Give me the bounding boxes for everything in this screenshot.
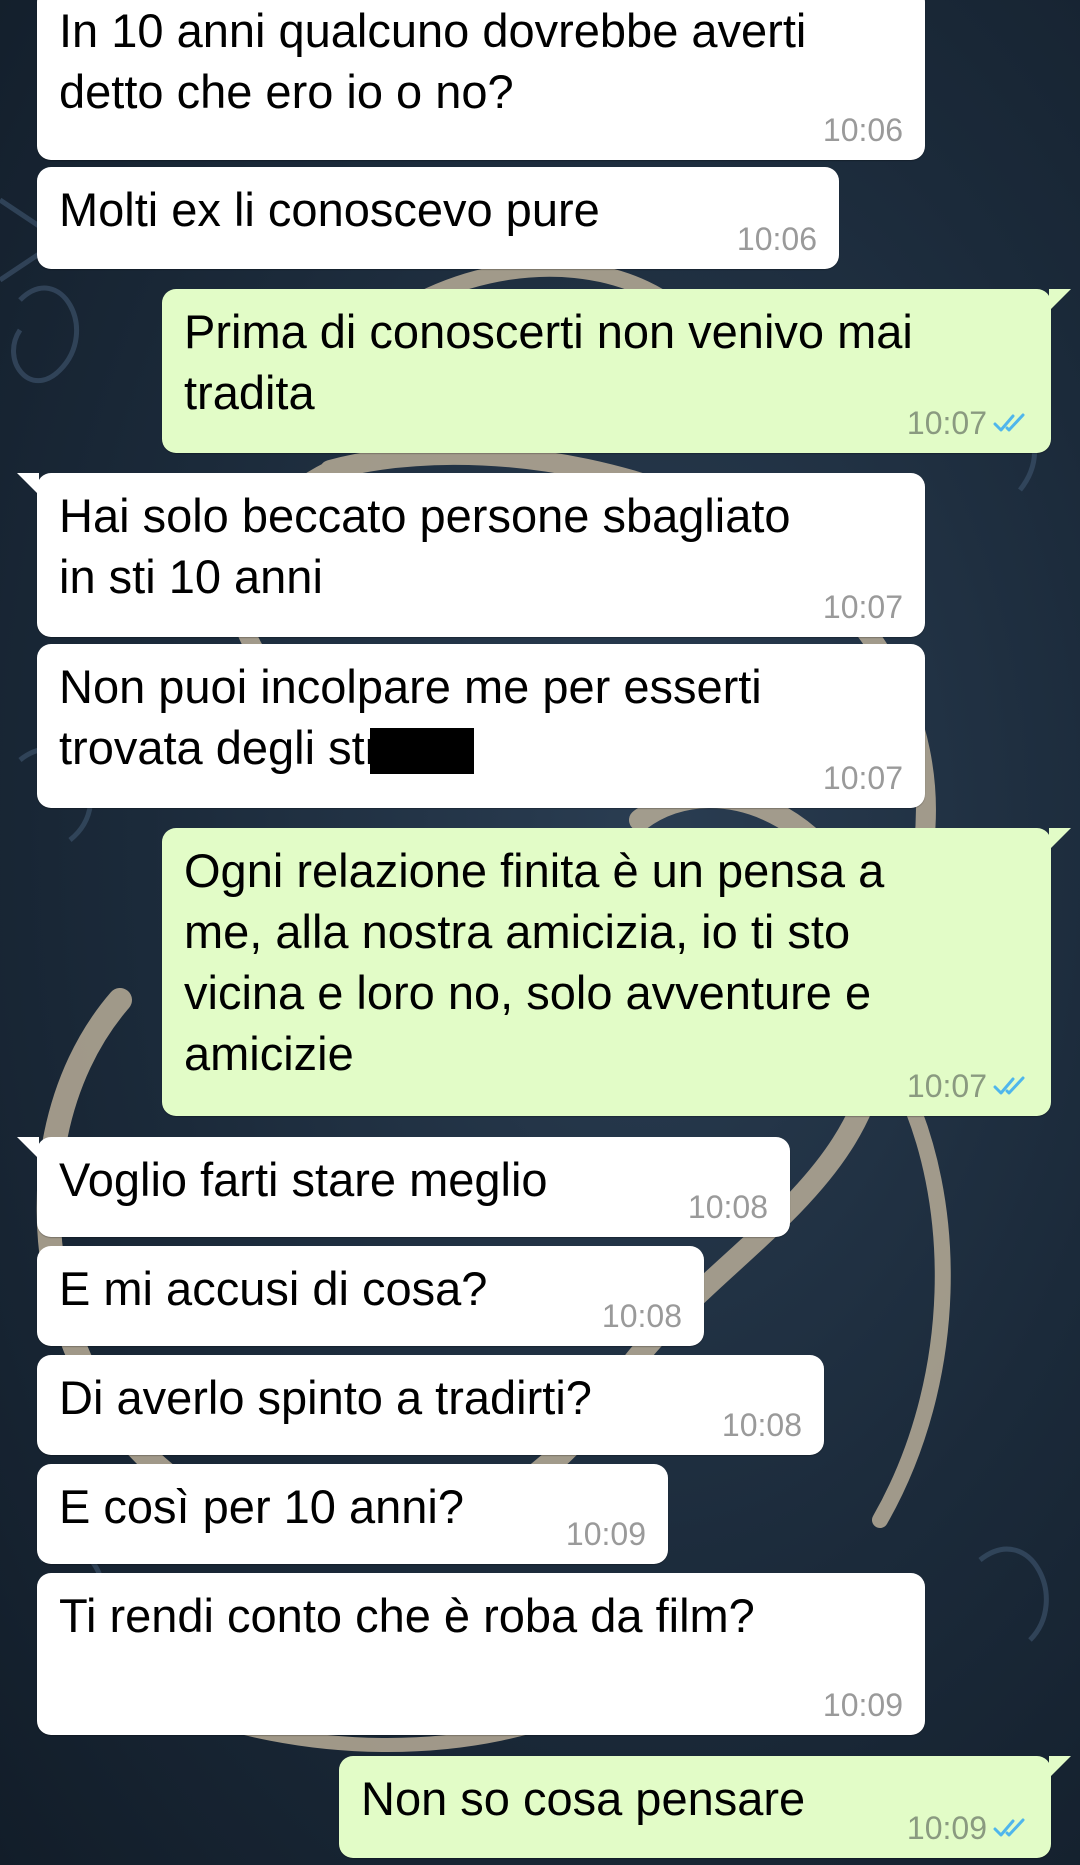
message-text: Molti ex li conoscevo pure bbox=[59, 183, 600, 236]
message-incoming[interactable]: Voglio farti stare meglio 10:08 bbox=[17, 1137, 790, 1237]
message-incoming[interactable]: E mi accusi di cosa? 10:08 bbox=[37, 1246, 704, 1346]
message-outgoing[interactable]: Prima di conoscerti non venivo mai tradi… bbox=[162, 289, 1071, 453]
message-incoming[interactable]: E così per 10 anni? 10:09 bbox=[37, 1464, 668, 1564]
message-timestamp: 10:09 bbox=[907, 1810, 1029, 1846]
message-text: Prima di conoscerti non venivo mai tradi… bbox=[184, 305, 913, 419]
message-timestamp: 10:07 bbox=[907, 1068, 1029, 1104]
read-receipt-icon bbox=[993, 1818, 1025, 1837]
message-timestamp: 10:07 bbox=[907, 405, 1029, 441]
message-incoming[interactable]: In 10 anni qualcuno dovrebbe averti dett… bbox=[37, 0, 925, 160]
message-outgoing[interactable]: Ogni relazione finita è un pensa a me, a… bbox=[162, 828, 1071, 1116]
message-text: Di averlo spinto a tradirti? bbox=[59, 1371, 592, 1424]
message-incoming[interactable]: Ti rendi conto che è roba da film? 10:09 bbox=[37, 1573, 925, 1735]
redaction-bar bbox=[370, 728, 475, 774]
message-text: Ti rendi conto che è roba da film? bbox=[59, 1589, 755, 1642]
message-text: Hai solo beccato persone sbagliato in st… bbox=[59, 489, 791, 603]
message-text: Voglio farti stare meglio bbox=[59, 1153, 548, 1206]
message-text: E mi accusi di cosa? bbox=[59, 1262, 488, 1315]
message-timestamp: 10:09 bbox=[565, 1516, 646, 1552]
message-incoming[interactable]: Molti ex li conoscevo pure 10:06 bbox=[37, 167, 839, 269]
message-timestamp: 10:08 bbox=[601, 1298, 682, 1334]
message-text: E così per 10 anni? bbox=[59, 1480, 464, 1533]
message-timestamp: 10:07 bbox=[822, 589, 903, 625]
message-text: In 10 anni qualcuno dovrebbe averti dett… bbox=[59, 4, 807, 118]
message-list: In 10 anni qualcuno dovrebbe averti dett… bbox=[0, 0, 1080, 1865]
message-timestamp: 10:06 bbox=[822, 112, 903, 148]
message-text: Non so cosa pensare bbox=[361, 1772, 806, 1825]
message-text: Ogni relazione finita è un pensa a me, a… bbox=[184, 844, 885, 1080]
message-incoming[interactable]: Di averlo spinto a tradirti? 10:08 bbox=[37, 1355, 824, 1455]
read-receipt-icon bbox=[993, 1076, 1025, 1095]
read-receipt-icon bbox=[993, 413, 1025, 432]
message-timestamp: 10:08 bbox=[721, 1407, 802, 1443]
message-timestamp: 10:06 bbox=[736, 221, 817, 257]
message-timestamp: 10:07 bbox=[822, 760, 903, 796]
message-incoming[interactable]: Non puoi incolpare me per esserti trovat… bbox=[37, 644, 925, 808]
message-text: Non puoi incolpare me per esserti trovat… bbox=[59, 660, 762, 774]
message-incoming[interactable]: Hai solo beccato persone sbagliato in st… bbox=[17, 473, 925, 637]
message-timestamp: 10:09 bbox=[822, 1687, 903, 1723]
message-outgoing[interactable]: Non so cosa pensare 10:09 bbox=[339, 1756, 1071, 1858]
message-timestamp: 10:08 bbox=[687, 1189, 768, 1225]
